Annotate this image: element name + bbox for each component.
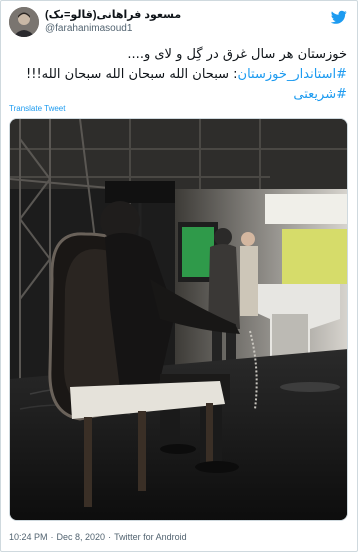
tweet-text: خوزستان هر سال غرق در گِل و لای و.... #ا…	[11, 45, 347, 105]
tweet-line-2: #استاندار_خوزستان: سبحان الله سبحان الله…	[11, 65, 347, 85]
display-name[interactable]: مسعود فراهانی(قالو=بک)	[45, 9, 181, 22]
tweet-line-3: #شریعتی	[11, 85, 347, 105]
tweet-header: مسعود فراهانی(قالو=بک) @farahanimasoud1	[9, 7, 347, 37]
tweet-source[interactable]: Twitter for Android	[114, 532, 187, 542]
user-names: مسعود فراهانی(قالو=بک) @farahanimasoud1	[45, 9, 181, 35]
hashtag-shariati[interactable]: #شریعتی	[293, 87, 347, 102]
separator-dot: ·	[50, 532, 54, 542]
twitter-bird-icon[interactable]	[331, 9, 347, 25]
hashtag-governor-khuzestan[interactable]: #استاندار_خوزستان	[238, 67, 347, 82]
tweet-line-2-text: : سبحان الله سبحان الله سبحان الله!!!	[26, 67, 238, 82]
tweet-card: مسعود فراهانی(قالو=بک) @farahanimasoud1 …	[0, 0, 358, 552]
tweet-time[interactable]: 10:24 PM	[9, 532, 48, 542]
tweet-footer: 10:24 PM · Dec 8, 2020 · Twitter for Android	[9, 532, 187, 542]
translate-tweet-link[interactable]: Translate Tweet	[9, 104, 65, 113]
tweet-line-1: خوزستان هر سال غرق در گِل و لای و....	[127, 47, 347, 62]
tweet-photo[interactable]	[9, 118, 348, 521]
user-handle[interactable]: @farahanimasoud1	[45, 22, 181, 35]
separator-dot: ·	[108, 532, 112, 542]
studio-photo-image	[10, 119, 347, 520]
tweet-date[interactable]: Dec 8, 2020	[57, 532, 106, 542]
avatar[interactable]	[9, 7, 39, 37]
